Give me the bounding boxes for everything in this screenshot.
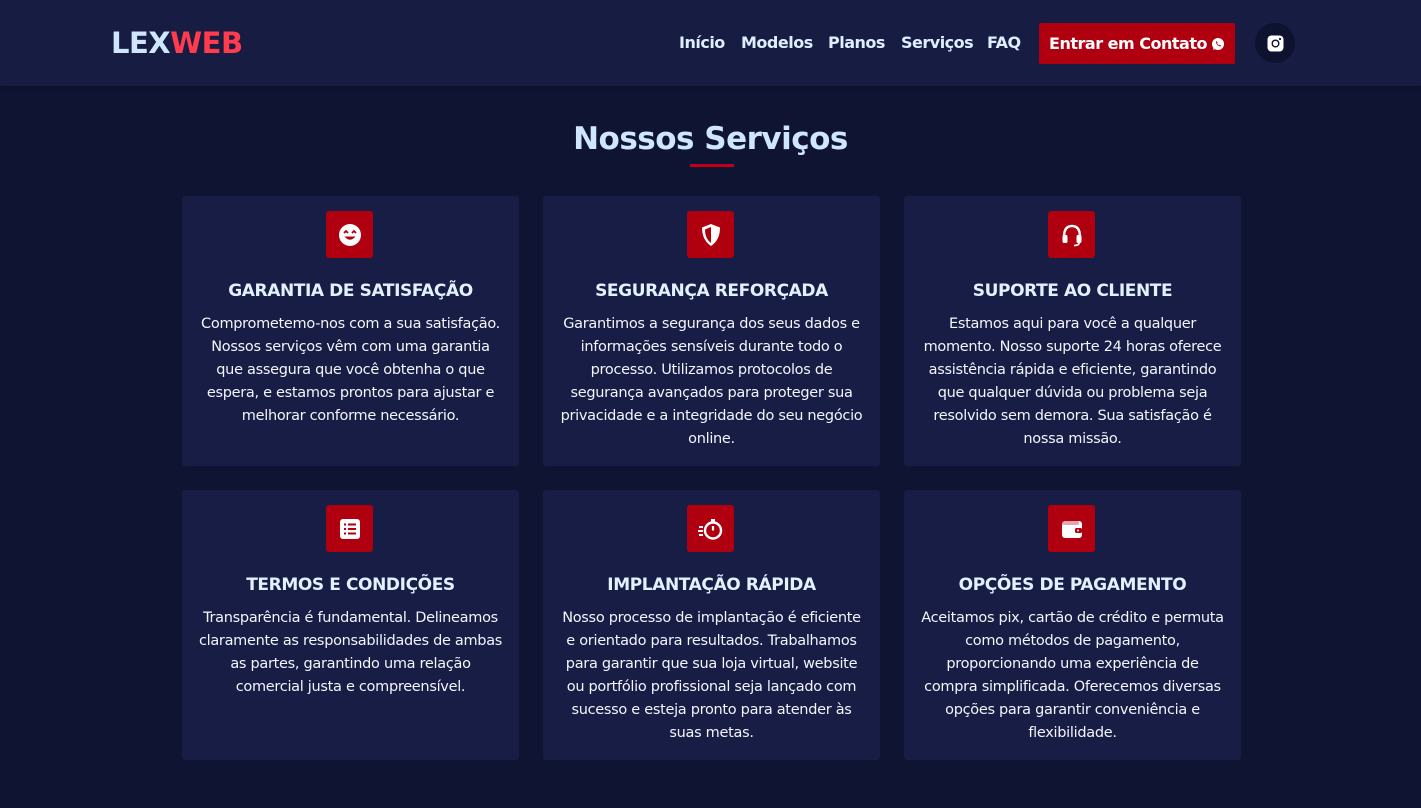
whatsapp-icon	[1211, 37, 1225, 51]
service-card-implantacao: IMPLANTAÇÃO RÁPIDA Nosso processo de imp…	[543, 490, 880, 760]
instagram-button[interactable]	[1255, 23, 1295, 63]
service-card-pagamento: OPÇÕES DE PAGAMENTO Aceitamos pix, cartã…	[904, 490, 1241, 760]
nav-item-planos[interactable]: Planos	[828, 31, 885, 55]
card-title: GARANTIA DE SATISFAÇÃO	[228, 281, 473, 301]
site-header: LEXWEB Início Modelos Planos Serviços FA…	[0, 0, 1421, 86]
nav-item-faq[interactable]: FAQ	[987, 31, 1021, 55]
service-card-seguranca: SEGURANÇA REFORÇADA Garantimos a seguran…	[543, 196, 880, 466]
stopwatch-icon	[687, 505, 734, 552]
card-description: Transparência é fundamental. Delineamos …	[198, 610, 503, 695]
contact-button[interactable]: Entrar em Contato	[1039, 23, 1235, 64]
contact-button-label: Entrar em Contato	[1049, 34, 1207, 53]
shield-icon	[687, 211, 734, 258]
card-title: SEGURANÇA REFORÇADA	[595, 281, 828, 301]
instagram-icon	[1267, 35, 1284, 52]
headset-icon	[1048, 211, 1095, 258]
smile-icon	[326, 211, 373, 258]
card-title: TERMOS E CONDIÇÕES	[246, 575, 455, 595]
card-description: Nosso processo de implantação é eficient…	[562, 610, 861, 741]
card-description: Comprometemo-nos com a sua satisfação. N…	[201, 316, 500, 424]
nav-item-inicio[interactable]: Início	[679, 31, 725, 55]
wallet-icon	[1048, 505, 1095, 552]
card-description: Aceitamos pix, cartão de crédito e permu…	[921, 610, 1224, 741]
card-description: Estamos aqui para você a qualquer moment…	[923, 316, 1222, 447]
service-card-suporte: SUPORTE AO CLIENTE Estamos aqui para voc…	[904, 196, 1241, 466]
service-card-termos: TERMOS E CONDIÇÕES Transparência é funda…	[182, 490, 519, 760]
card-title: SUPORTE AO CLIENTE	[972, 281, 1173, 301]
service-card-satisfacao: GARANTIA DE SATISFAÇÃO Comprometemo-nos …	[182, 196, 519, 466]
nav-item-modelos[interactable]: Modelos	[741, 31, 813, 55]
card-description: Garantimos a segurança dos seus dados e …	[560, 316, 863, 447]
card-title: OPÇÕES DE PAGAMENTO	[958, 575, 1187, 595]
nav-item-servicos[interactable]: Serviços	[901, 31, 974, 55]
section-title: Nossos Serviços	[573, 121, 848, 157]
list-icon	[326, 505, 373, 552]
title-underline	[690, 164, 734, 167]
card-title: IMPLANTAÇÃO RÁPIDA	[607, 575, 816, 595]
